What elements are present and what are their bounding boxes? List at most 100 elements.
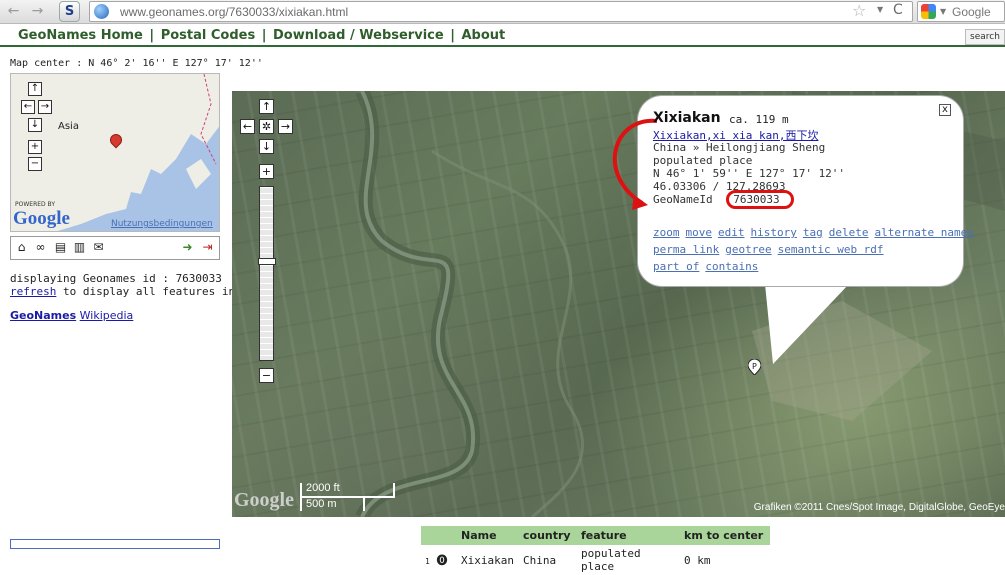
column-header: [421, 526, 457, 545]
zoom-slider[interactable]: [258, 186, 276, 361]
map-toolbar: ⌂ ∞ ▤ ▥ ✉ ➜ ⇥: [10, 236, 220, 260]
table-row[interactable]: 1 ⓿ Xixiakan China populated place 0 km: [421, 545, 770, 575]
google-logo: Google: [234, 489, 294, 511]
overview-map[interactable]: ↑ ← → ↓ + − Asia POWERED BY Google Nutzu…: [10, 73, 220, 232]
wikipedia-link[interactable]: Wikipedia: [80, 309, 134, 322]
row-country: China: [523, 553, 557, 567]
logout-icon[interactable]: ⇥: [200, 240, 215, 255]
nav-postal-codes[interactable]: Postal Codes: [161, 28, 256, 43]
pan-right-icon[interactable]: →: [278, 119, 293, 134]
site-navigation: GeoNames Home | Postal Codes | Download …: [0, 25, 1005, 47]
url-text[interactable]: www.geonames.org/7630033/xixiakan.html: [120, 5, 348, 19]
results-table: Name country feature km to center 1 ⓿ Xi…: [421, 526, 770, 575]
close-icon[interactable]: x: [939, 104, 951, 116]
scale-bar: 2000 ft 500 m: [300, 482, 396, 511]
place-region: China » Heilongjiang Sheng: [653, 141, 826, 154]
nav-separator: |: [149, 28, 155, 43]
scale-label-m: 500 m: [306, 498, 337, 510]
reload-icon[interactable]: C: [893, 2, 903, 18]
row-km: 0 km: [684, 553, 711, 567]
pan-down-icon[interactable]: ↓: [259, 139, 274, 154]
row-number: 1: [425, 557, 430, 566]
annotation-circle: [726, 190, 794, 209]
forward-arrow-icon[interactable]: →: [28, 2, 47, 21]
table-header-row: Name country feature km to center: [421, 526, 770, 545]
document-icon[interactable]: ▤: [53, 240, 68, 255]
refresh-link[interactable]: refresh: [10, 285, 56, 298]
overview-pan-right-icon[interactable]: →: [38, 100, 52, 114]
bubble-links-row-1: zoom move edit history tag delete alternate na…: [653, 226, 980, 239]
overview-zoom-out-icon[interactable]: −: [28, 157, 42, 171]
source-links: GeoNames Wikipedia: [10, 309, 133, 322]
map-center-readout: Map center : N 46° 2' 16'' E 127° 17' 12…: [10, 58, 263, 69]
refresh-line: refresh to display all features in area: [10, 285, 268, 298]
browser-search-box[interactable]: ▼ Google: [917, 1, 1005, 22]
history-link[interactable]: history: [751, 226, 797, 239]
pan-center-icon[interactable]: ✲: [259, 119, 274, 134]
column-header-name: Name: [457, 526, 519, 545]
place-altitude: ca. 119 m: [729, 113, 789, 126]
pan-up-icon[interactable]: ↑: [259, 99, 274, 114]
globe-icon: [94, 4, 109, 19]
row-feature: populated place: [581, 547, 641, 573]
zoom-in-icon[interactable]: +: [259, 164, 274, 179]
bottom-input-box[interactable]: [10, 539, 220, 549]
alternate-names-action-link[interactable]: alternate names: [874, 226, 973, 239]
geotree-link[interactable]: geotree: [725, 243, 771, 256]
main-map[interactable]: ↑ ← ✲ → ↓ + − P x Xixiakan ca. 119 m Xix…: [232, 91, 1005, 517]
zoom-link[interactable]: zoom: [653, 226, 680, 239]
overview-pan-up-icon[interactable]: ↑: [28, 82, 42, 96]
delete-link[interactable]: delete: [829, 226, 869, 239]
contains-link[interactable]: contains: [705, 260, 758, 273]
address-bar[interactable]: www.geonames.org/7630033/xixiakan.html: [89, 1, 913, 22]
place-title: Xixiakan: [653, 110, 721, 126]
search-engine-name[interactable]: Google: [952, 5, 991, 19]
nav-download-webservice[interactable]: Download / Webservice: [273, 28, 444, 43]
bubble-links-row-2: perma link geotree semantic web rdf: [653, 243, 890, 256]
column-header-country: country: [519, 526, 577, 545]
nav-geonames-home[interactable]: GeoNames Home: [18, 28, 143, 43]
overview-pan-down-icon[interactable]: ↓: [28, 118, 42, 132]
column-header-km: km to center: [680, 526, 770, 545]
overview-pan-left-icon[interactable]: ←: [21, 100, 35, 114]
part-of-link[interactable]: part of: [653, 260, 699, 273]
home-icon[interactable]: ⌂: [14, 240, 29, 255]
map-copyright: Grafiken ©2011 Cnes/Spot Image, DigitalG…: [753, 502, 1005, 513]
bubble-links-row-3: part of contains: [653, 260, 764, 273]
terms-link[interactable]: Nutzungsbedingungen: [111, 219, 213, 229]
site-search-button[interactable]: search: [965, 29, 1005, 45]
pan-left-icon[interactable]: ←: [240, 119, 255, 134]
chevron-down-icon[interactable]: ▼: [940, 7, 946, 16]
google-icon: [921, 4, 936, 19]
powered-by-label: POWERED BY: [15, 201, 56, 208]
s-extension-button[interactable]: S: [59, 1, 80, 22]
clipboard-icon[interactable]: ▥: [72, 240, 87, 255]
overview-region-label: Asia: [58, 121, 79, 132]
star-icon[interactable]: ☆: [852, 1, 866, 20]
geonameid-label: GeoNameId: [653, 193, 713, 206]
geonames-link[interactable]: GeoNames: [10, 309, 76, 322]
edit-link[interactable]: edit: [718, 226, 745, 239]
semantic-web-rdf-link[interactable]: semantic web rdf: [778, 243, 884, 256]
column-header-feature: feature: [577, 526, 680, 545]
back-arrow-icon[interactable]: ←: [4, 2, 23, 21]
scale-label-ft: 2000 ft: [306, 482, 340, 494]
google-logo: Google: [13, 208, 70, 229]
row-number-cell: 1 ⓿: [421, 545, 457, 575]
zoom-slider-thumb[interactable]: [258, 258, 276, 265]
overview-zoom-in-icon[interactable]: +: [28, 140, 42, 154]
row-name[interactable]: Xixiakan: [457, 545, 519, 575]
nav-separator: |: [261, 28, 267, 43]
email-icon[interactable]: ✉: [91, 240, 106, 255]
tag-link[interactable]: tag: [803, 226, 823, 239]
displaying-id-text: displaying Geonames id : 7630033: [10, 272, 222, 285]
move-link[interactable]: move: [686, 226, 713, 239]
nav-separator: |: [450, 28, 455, 43]
green-arrow-icon[interactable]: ➜: [180, 240, 195, 255]
binoculars-icon[interactable]: ∞: [33, 240, 48, 255]
chevron-down-icon[interactable]: ▼: [877, 5, 883, 14]
place-coords-dms: N 46° 1' 59'' E 127° 17' 12'': [653, 167, 846, 180]
zoom-out-icon[interactable]: −: [259, 368, 274, 383]
perma-link[interactable]: perma link: [653, 243, 719, 256]
nav-about[interactable]: About: [461, 28, 505, 43]
